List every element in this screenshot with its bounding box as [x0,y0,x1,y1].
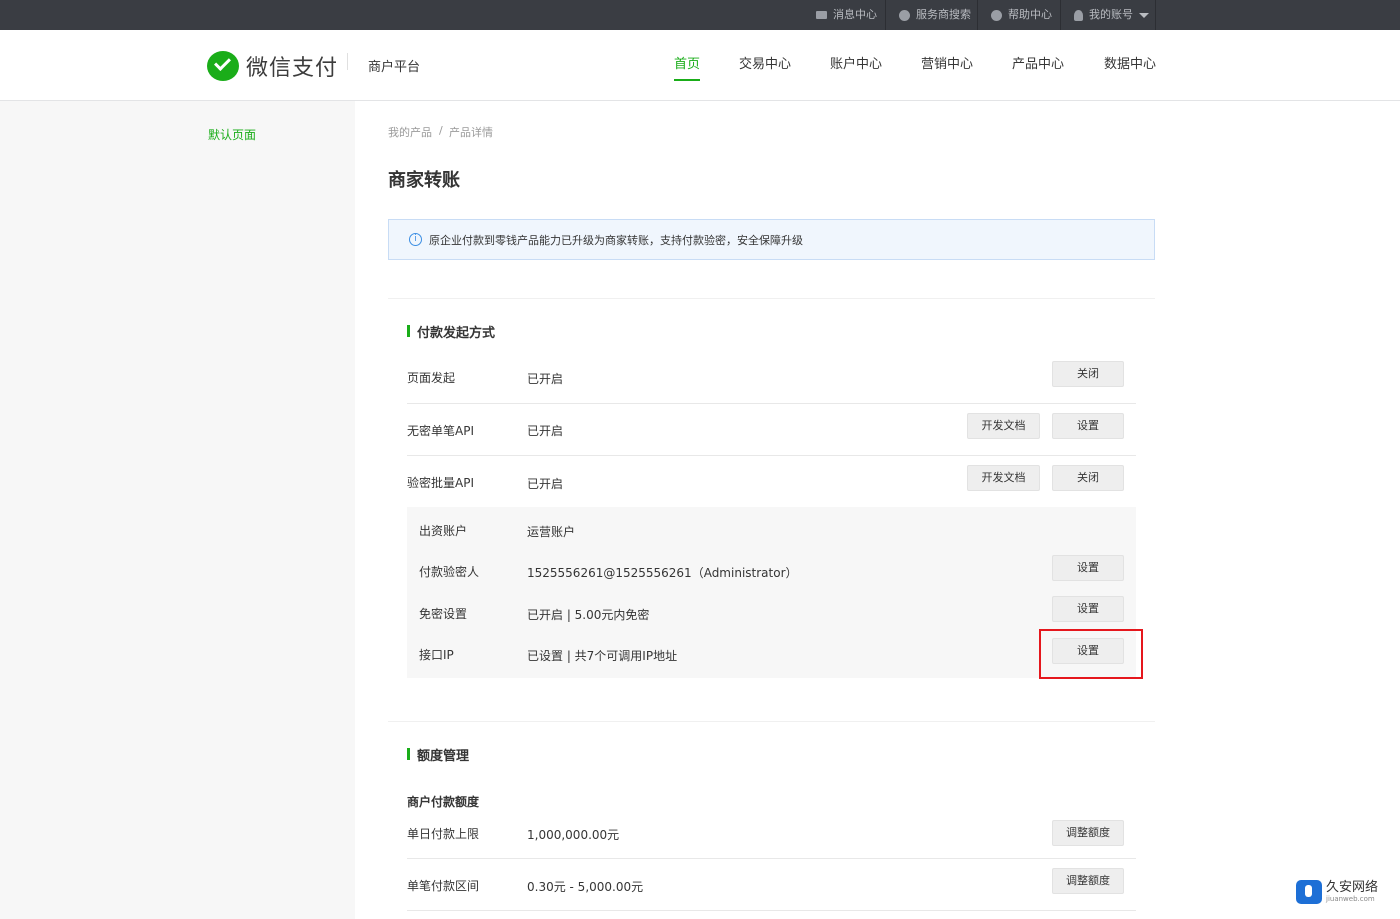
message-center-link[interactable]: 消息中心 [806,0,887,30]
watermark-logo-icon [1296,880,1322,904]
row-divider [407,858,1136,859]
row-value-single-range: 0.30元 - 5,000.00元 [527,880,644,894]
watermark-cn: 久安网络 [1326,879,1379,895]
close-page-initiate-button[interactable]: 关闭 [1052,361,1124,387]
section-divider [388,298,1155,299]
wechat-pay-logo[interactable]: 微信支付 [207,50,338,82]
settings-nopwd-api-button[interactable]: 设置 [1052,413,1124,439]
watermark: 久安网络 jiuanweb.com [1296,880,1378,904]
row-label-verifier: 付款验密人 [419,565,480,579]
row-label-single-range: 单笔付款区间 [407,879,480,893]
section-title-quota: 额度管理 [407,745,469,764]
row-label-pwd-free: 免密设置 [419,607,468,621]
platform-name: 商户平台 [368,60,421,75]
dev-docs-batch-api-button[interactable]: 开发文档 [967,465,1040,491]
provider-search-link[interactable]: 服务商搜索 [889,0,981,30]
batch-api-detail-panel [407,507,1136,678]
nav-transactions[interactable]: 交易中心 [739,53,791,81]
row-label-batch-api: 验密批量API [407,476,474,490]
settings-pwd-free-button[interactable]: 设置 [1052,596,1124,622]
sidebar-item-default-page[interactable]: 默认页面 [208,126,256,143]
section-title-payment: 付款发起方式 [407,322,495,341]
row-label-funding-account: 出资账户 [419,524,468,538]
help-center-link[interactable]: 帮助中心 [981,0,1062,30]
row-label-daily-limit: 单日付款上限 [407,827,480,841]
user-icon [1074,9,1083,21]
nav-account[interactable]: 账户中心 [830,53,882,81]
row-value-pwd-free: 已开启 | 5.00元内免密 [527,608,650,622]
info-icon: i [409,233,422,246]
nav-products[interactable]: 产品中心 [1012,53,1064,81]
row-value-daily-limit: 1,000,000.00元 [527,828,620,842]
search-circle-icon [899,9,910,21]
row-label-nopwd-api: 无密单笔API [407,424,474,438]
row-value-nopwd-api: 已开启 [527,424,564,438]
top-bar: 消息中心 服务商搜索 帮助中心 我的账号 [0,0,1400,30]
my-account-menu[interactable]: 我的账号 [1064,0,1159,30]
nav-home[interactable]: 首页 [674,53,701,81]
row-divider [407,403,1136,404]
page-title: 商家转账 [388,170,460,191]
watermark-en: jiuanweb.com [1326,894,1375,903]
help-icon [991,9,1002,21]
wechat-pay-logo-icon [207,51,239,81]
notice-banner: i 原企业付款到零钱产品能力已升级为商家转账，支持付款验密，安全保障升级 [388,219,1155,260]
breadcrumb-product-detail: 产品详情 [449,126,493,139]
close-batch-api-button[interactable]: 关闭 [1052,465,1124,491]
row-label-api-ip: 接口IP [419,648,454,662]
nav-data[interactable]: 数据中心 [1104,53,1156,81]
row-label-page-initiate: 页面发起 [407,371,456,385]
row-value-funding-account: 运营账户 [527,525,576,539]
row-value-api-ip: 已设置 | 共7个可调用IP地址 [527,649,678,663]
row-value-verifier: 1525556261@1525556261（Administrator） [527,566,798,580]
row-divider [407,455,1136,456]
dev-docs-nopwd-api-button[interactable]: 开发文档 [967,413,1040,439]
row-value-batch-api: 已开启 [527,477,564,491]
notice-text: 原企业付款到零钱产品能力已升级为商家转账，支持付款验密，安全保障升级 [429,233,803,247]
mail-icon [816,11,827,19]
chevron-down-icon [1139,12,1149,18]
quota-subhead: 商户付款额度 [407,795,480,809]
breadcrumb-separator: / [439,124,443,137]
logo-divider [347,53,348,70]
settings-verifier-button[interactable]: 设置 [1052,555,1124,581]
section-divider [388,721,1155,722]
nav-marketing[interactable]: 营销中心 [921,53,973,81]
breadcrumb-my-products[interactable]: 我的产品 [388,124,432,140]
adjust-daily-limit-button[interactable]: 调整额度 [1052,820,1124,846]
sidebar: 默认页面 [0,101,355,919]
adjust-single-range-button[interactable]: 调整额度 [1052,868,1124,894]
highlight-annotation [1039,629,1143,679]
row-value-page-initiate: 已开启 [527,372,564,386]
row-divider [407,910,1136,911]
